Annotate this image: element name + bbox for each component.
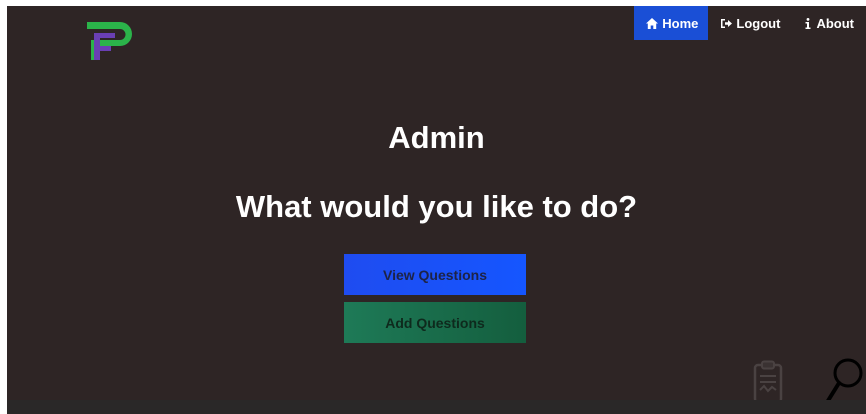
page-prompt: What would you like to do?	[235, 189, 638, 224]
footer-band	[7, 400, 866, 414]
add-questions-button[interactable]: Add Questions	[344, 302, 526, 343]
nav-logout[interactable]: Logout	[708, 6, 792, 40]
home-icon	[646, 17, 659, 29]
nav-about[interactable]: About	[792, 6, 866, 40]
view-questions-button[interactable]: View Questions	[344, 254, 526, 295]
nav-about-label: About	[816, 15, 854, 31]
nav-home-label: Home	[662, 15, 699, 31]
top-nav: Home Logout About	[634, 6, 866, 40]
clipboard-icon	[753, 360, 783, 404]
brand-logo-icon[interactable]	[84, 16, 140, 62]
nav-home[interactable]: Home	[634, 6, 709, 40]
nav-logout-label: Logout	[736, 15, 781, 31]
page-title: Admin	[388, 120, 485, 155]
app-frame: Home Logout About Admin What would you l…	[7, 6, 866, 414]
info-icon	[804, 17, 812, 29]
logout-icon	[720, 18, 733, 29]
